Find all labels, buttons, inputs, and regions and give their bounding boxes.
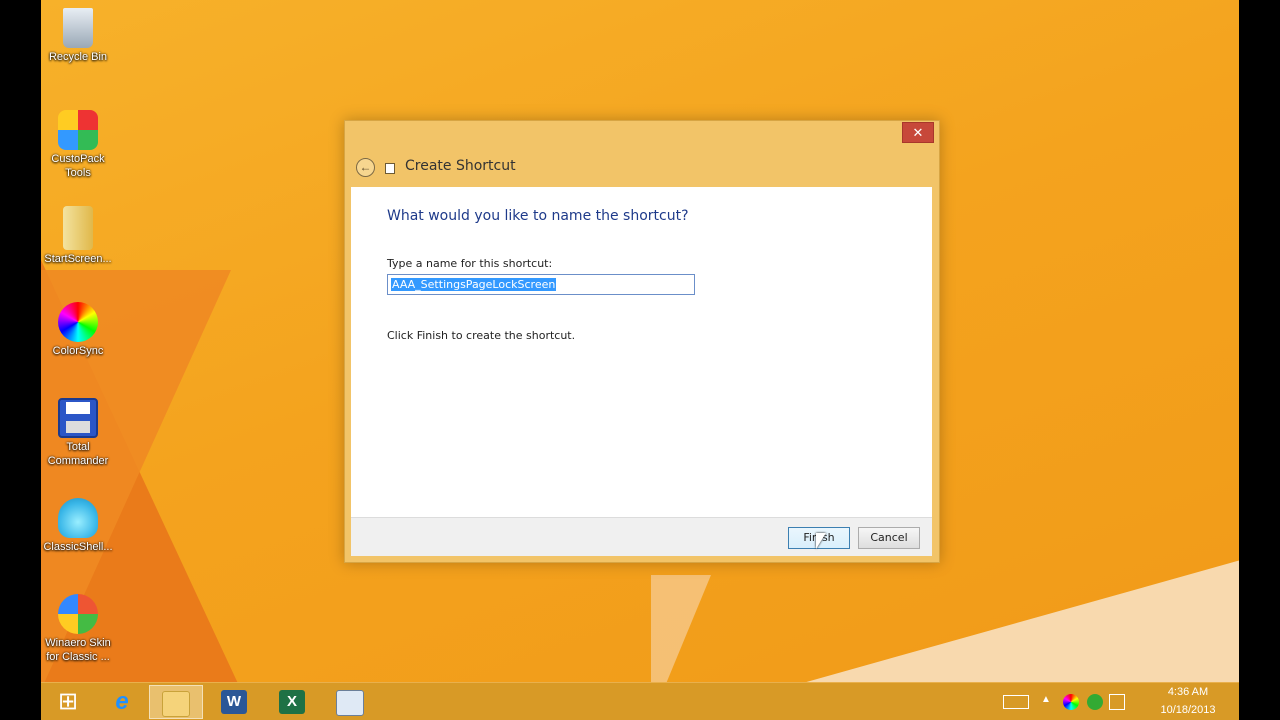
taskbar-paint[interactable]: [323, 685, 377, 719]
word-icon: W: [221, 690, 247, 714]
desktop-icon-colorsync[interactable]: ColorSync: [41, 302, 115, 358]
shortcut-name-input[interactable]: AAA_SettingsPageLockScreen: [387, 274, 695, 295]
desktop-icon-label: Winaero Skin for Classic ...: [45, 637, 111, 663]
desktop-icon-startscreen[interactable]: StartScreen...: [41, 206, 115, 266]
create-shortcut-dialog: ✕ ← Create Shortcut What would you like …: [344, 120, 940, 563]
windows-logo-icon: ⊞: [57, 688, 79, 715]
custopack-icon: [58, 110, 98, 150]
taskbar-word[interactable]: W: [207, 685, 261, 719]
keyboard-icon[interactable]: [1003, 695, 1029, 709]
folder-icon: [162, 691, 190, 717]
shortcut-icon: [385, 163, 395, 174]
desktop-icon-label: Total Commander: [47, 441, 109, 467]
desktop-icon-winaero[interactable]: Winaero Skin for Classic ...: [41, 594, 115, 664]
desktop-icon-label: StartScreen...: [44, 253, 112, 265]
dialog-footer: Finish Cancel: [351, 517, 932, 556]
chevron-up-icon[interactable]: ▲: [1041, 694, 1057, 710]
clock-date[interactable]: 10/18/2013: [1153, 704, 1223, 716]
desktop-icon-label: ColorSync: [52, 345, 104, 357]
paint-icon: [336, 690, 364, 716]
instruction-text: Click Finish to create the shortcut.: [387, 329, 576, 342]
close-button[interactable]: ✕: [902, 122, 934, 143]
back-button[interactable]: ←: [356, 158, 375, 177]
system-tray: ▲ 4:36 AM 10/18/2013: [1003, 683, 1233, 720]
cancel-button[interactable]: Cancel: [858, 527, 920, 549]
taskbar-internet-explorer[interactable]: e: [95, 685, 149, 719]
taskbar-excel[interactable]: X: [265, 685, 319, 719]
start-button[interactable]: ⊞: [41, 685, 95, 719]
taskbar-file-explorer[interactable]: [149, 685, 203, 719]
excel-icon: X: [279, 690, 305, 714]
desktop-icon-recycle-bin[interactable]: Recycle Bin: [41, 8, 115, 64]
colorsync-tray-icon[interactable]: [1063, 694, 1079, 710]
desktop-icon-label: ClassicShell...: [43, 541, 113, 553]
mouse-cursor-icon: [816, 533, 826, 549]
desktop-icon-custopack[interactable]: CustoPack Tools: [41, 110, 115, 180]
taskbar: ⊞ e W X ▲ 4:36 AM 10/18/2013: [41, 682, 1239, 720]
desktop-icon-label: CustoPack Tools: [51, 153, 105, 179]
internet-explorer-icon: e: [115, 688, 129, 715]
desktop-icon-label: Recycle Bin: [48, 51, 108, 63]
recycle-bin-icon: [63, 8, 93, 48]
desktop-icon-classicshell[interactable]: ClassicShell...: [41, 498, 115, 554]
dialog-content: What would you like to name the shortcut…: [351, 187, 932, 517]
startscreen-icon: [63, 206, 93, 250]
status-tray-icon[interactable]: [1087, 694, 1103, 710]
dialog-title: Create Shortcut: [405, 158, 516, 174]
shell-icon: [58, 498, 98, 538]
floppy-disk-icon: [58, 398, 98, 438]
colorsync-icon: [58, 302, 98, 342]
clock-time[interactable]: 4:36 AM: [1153, 686, 1223, 698]
flag-icon[interactable]: [1109, 694, 1125, 710]
desktop-icon-total-commander[interactable]: Total Commander: [41, 398, 115, 468]
shortcut-name-value: AAA_SettingsPageLockScreen: [391, 278, 557, 291]
name-field-label: Type a name for this shortcut:: [387, 257, 553, 270]
winaero-icon: [58, 594, 98, 634]
dialog-heading: What would you like to name the shortcut…: [387, 208, 689, 224]
